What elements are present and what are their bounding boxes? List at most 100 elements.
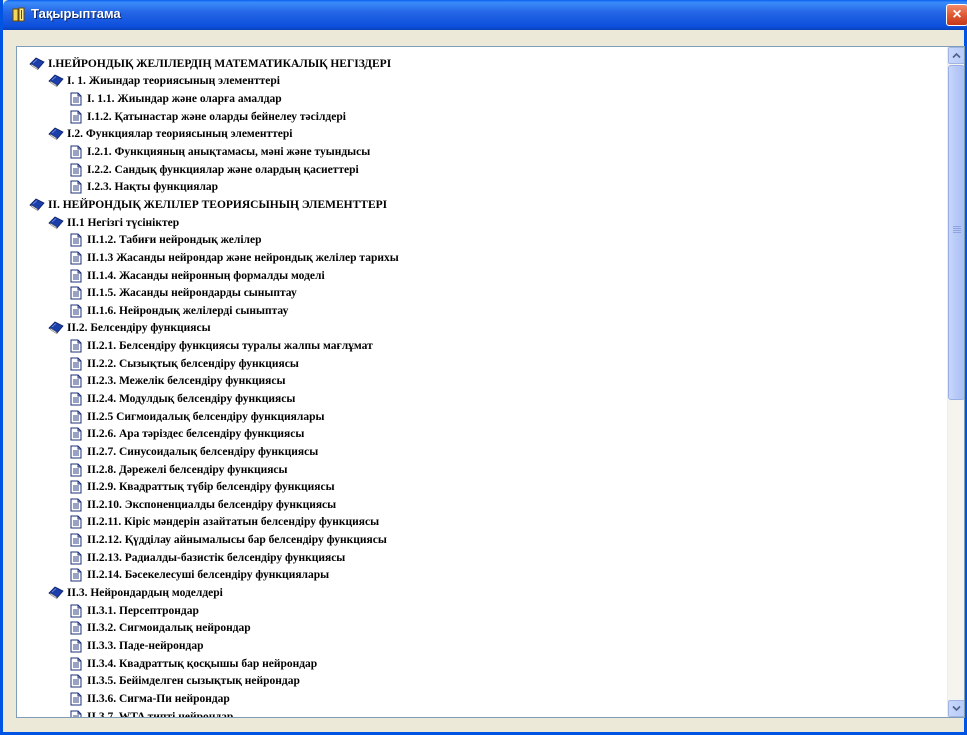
tree-section-node[interactable]: I.НЕЙРОНДЫҚ ЖЕЛІЛЕРДІҢ МАТЕМАТИКАЛЫҚ НЕГ… — [17, 55, 946, 73]
tree-node-label: II.2.13. Радиалды-базистік белсендіру фу… — [87, 551, 346, 564]
window-title: Тақырыптама — [31, 6, 121, 21]
scroll-up-button[interactable] — [948, 47, 964, 64]
tree-topic-node[interactable]: II.2.11. Кіріс мәндерін азайтатын белсен… — [17, 514, 946, 532]
tree-topic-node[interactable]: II.2.13. Радиалды-базистік белсендіру фу… — [17, 549, 946, 567]
tree-topic-node[interactable]: II.2.9. Квадраттық түбір белсендіру функ… — [17, 478, 946, 496]
page-icon — [68, 392, 84, 406]
tree-node-label: II.3.3. Паде-нейрондар — [87, 639, 204, 652]
tree-node-label: II.3.1. Персептрондар — [87, 604, 199, 617]
tree-topic-node[interactable]: II.3.3. Паде-нейрондар — [17, 637, 946, 655]
page-icon — [68, 498, 84, 512]
contents-tree: I.НЕЙРОНДЫҚ ЖЕЛІЛЕРДІҢ МАТЕМАТИКАЛЫҚ НЕГ… — [17, 47, 946, 717]
tree-node-label: I.2.1. Функцияның анықтамасы, мәні және … — [87, 146, 371, 159]
book-icon — [48, 216, 64, 230]
tree-node-label: II.1.5. Жасанды нейрондарды сыныптау — [87, 287, 297, 300]
close-button[interactable]: × — [946, 4, 967, 26]
page-icon — [68, 427, 84, 441]
tree-node-label: II.1 Негізгі түсініктер — [67, 216, 180, 229]
tree-topic-node[interactable]: II.2.14. Бәсекелесуші белсендіру функция… — [17, 567, 946, 585]
tree-topic-node[interactable]: I. 1.1. Жиындар және оларға амалдар — [17, 90, 946, 108]
tree-topic-node[interactable]: II.2.8. Дәрежелі белсендіру функциясы — [17, 461, 946, 479]
tree-topic-node[interactable]: II.1.3 Жасанды нейрондар және нейрондық … — [17, 249, 946, 267]
page-icon — [68, 92, 84, 106]
tree-topic-node[interactable]: II.1.2. Табиғи нейрондық желілер — [17, 231, 946, 249]
book-icon — [48, 586, 64, 600]
book-icon — [12, 7, 25, 22]
tree-topic-node[interactable]: II.1.4. Жасанды нейронның формалды модел… — [17, 267, 946, 285]
page-icon — [68, 339, 84, 353]
tree-topic-node[interactable]: II.2.6. Ара тәріздес белсендіру функцияс… — [17, 425, 946, 443]
tree-topic-node[interactable]: I.2.3. Нақты функциялар — [17, 178, 946, 196]
tree-node-label: II.2.3. Межелік белсендіру функциясы — [87, 375, 286, 388]
tree-section-node[interactable]: II. НЕЙРОНДЫҚ ЖЕЛІЛЕР ТЕОРИЯСЫНЫҢ ЭЛЕМЕН… — [17, 196, 946, 214]
page-icon — [68, 692, 84, 706]
tree-node-label: II.2.6. Ара тәріздес белсендіру функцияс… — [87, 428, 305, 441]
book-icon — [48, 74, 64, 88]
tree-topic-node[interactable]: II.2.10. Экспоненциалды белсендіру функц… — [17, 496, 946, 514]
tree-topic-node[interactable]: I.2.2. Сандық функциялар және олардың қа… — [17, 161, 946, 179]
page-icon — [68, 357, 84, 371]
arrow-down-icon — [952, 705, 961, 712]
tree-section-node[interactable]: I.2. Функциялар теориясының элементтері — [17, 126, 946, 144]
close-icon: × — [952, 6, 962, 23]
page-icon — [68, 233, 84, 247]
tree-section-node[interactable]: II.2. Белсендіру функциясы — [17, 320, 946, 338]
tree-node-label: II.2.11. Кіріс мәндерін азайтатын белсен… — [87, 516, 380, 529]
tree-node-label: II.2.9. Квадраттық түбір белсендіру функ… — [87, 481, 335, 494]
vertical-scrollbar[interactable] — [947, 47, 964, 717]
page-icon — [68, 674, 84, 688]
tree-topic-node[interactable]: II.3.5. Бейімделген сызықтық нейрондар — [17, 672, 946, 690]
tree-topic-node[interactable]: II.2.7. Синусоидалық белсендіру функцияс… — [17, 443, 946, 461]
tree-node-label: II.3.6. Сигма-Пи нейрондар — [87, 692, 230, 705]
tree-node-label: II.2.2. Сызықтық белсендіру функциясы — [87, 357, 299, 370]
tree-node-label: II.2.7. Синусоидалық белсендіру функцияс… — [87, 445, 319, 458]
page-icon — [68, 163, 84, 177]
tree-topic-node[interactable]: II.3.2. Сигмоидалық нейрондар — [17, 620, 946, 638]
page-icon — [68, 657, 84, 671]
tree-node-label: I.2. Функциялар теориясының элементтері — [67, 128, 293, 141]
tree-section-node[interactable]: II.1 Негізгі түсініктер — [17, 214, 946, 232]
tree-topic-node[interactable]: II.2.12. Қүдділау айнымалысы бар белсенд… — [17, 531, 946, 549]
tree-node-label: II.3.2. Сигмоидалық нейрондар — [87, 622, 251, 635]
tree-node-label: II.1.4. Жасанды нейронның формалды модел… — [87, 269, 325, 282]
tree-topic-node[interactable]: II.3.6. Сигма-Пи нейрондар — [17, 690, 946, 708]
page-icon — [68, 286, 84, 300]
book-icon — [29, 57, 45, 71]
tree-topic-node[interactable]: II.1.5. Жасанды нейрондарды сыныптау — [17, 284, 946, 302]
page-icon — [68, 551, 84, 565]
book-icon — [48, 321, 64, 335]
tree-section-node[interactable]: II.3. Нейрондардың моделдері — [17, 584, 946, 602]
tree-topic-node[interactable]: II.3.1. Персептрондар — [17, 602, 946, 620]
tree-topic-node[interactable]: I.1.2. Қатынастар және оларды бейнелеу т… — [17, 108, 946, 126]
scroll-thumb[interactable] — [948, 65, 964, 400]
tree-node-label: I.НЕЙРОНДЫҚ ЖЕЛІЛЕРДІҢ МАТЕМАТИКАЛЫҚ НЕГ… — [48, 57, 392, 70]
tree-topic-node[interactable]: II.3.7. WTA типті нейрондар — [17, 708, 946, 717]
tree-topic-node[interactable]: II.1.6. Нейрондық желілерді сыныптау — [17, 302, 946, 320]
page-icon — [68, 445, 84, 459]
title-bar[interactable]: Тақырыптама × — [3, 0, 967, 30]
tree-topic-node[interactable]: II.2.1. Белсендіру функциясы туралы жалп… — [17, 337, 946, 355]
tree-topic-node[interactable]: II.2.5 Сигмоидалық белсендіру функциялар… — [17, 408, 946, 426]
tree-topic-node[interactable]: II.2.2. Сызықтық белсендіру функциясы — [17, 355, 946, 373]
tree-node-label: II.2. Белсендіру функциясы — [67, 322, 211, 335]
tree-section-node[interactable]: I. 1. Жиындар теориясының элементтері — [17, 73, 946, 91]
scroll-down-button[interactable] — [948, 700, 964, 717]
tree-node-label: II.2.12. Қүдділау айнымалысы бар белсенд… — [87, 534, 387, 547]
page-icon — [68, 639, 84, 653]
tree-node-label: II.3.7. WTA типті нейрондар — [87, 710, 234, 717]
page-icon — [68, 621, 84, 635]
tree-node-label: II.2.14. Бәсекелесуші белсендіру функция… — [87, 569, 330, 582]
page-icon — [68, 145, 84, 159]
tree-node-label: I. 1.1. Жиындар және оларға амалдар — [87, 93, 282, 106]
arrow-up-icon — [952, 52, 961, 59]
contents-tree-pane: I.НЕЙРОНДЫҚ ЖЕЛІЛЕРДІҢ МАТЕМАТИКАЛЫҚ НЕГ… — [16, 46, 965, 718]
tree-topic-node[interactable]: II.2.4. Модулдық белсендіру функциясы — [17, 390, 946, 408]
tree-node-label: II.2.4. Модулдық белсендіру функциясы — [87, 392, 296, 405]
tree-node-label: I.2.2. Сандық функциялар және олардың қа… — [87, 163, 359, 176]
page-icon — [68, 180, 84, 194]
tree-topic-node[interactable]: I.2.1. Функцияның анықтамасы, мәні және … — [17, 143, 946, 161]
tree-topic-node[interactable]: II.2.3. Межелік белсендіру функциясы — [17, 373, 946, 391]
tree-topic-node[interactable]: II.3.4. Квадраттық қосқышы бар нейрондар — [17, 655, 946, 673]
tree-node-label: II.2.8. Дәрежелі белсендіру функциясы — [87, 463, 288, 476]
page-icon — [68, 480, 84, 494]
